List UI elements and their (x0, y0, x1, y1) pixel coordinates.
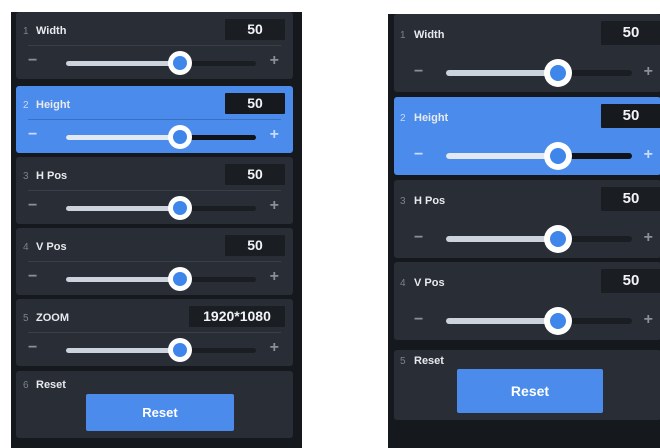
row-label: H Pos (36, 170, 68, 182)
slider-knob[interactable] (543, 307, 572, 335)
plus-icon[interactable]: + (644, 312, 653, 328)
row-height[interactable]: 2 Height 50 − + (394, 97, 660, 175)
row-h-pos[interactable]: 3 H Pos 50 − + (16, 157, 293, 224)
value-display: 50 (225, 235, 285, 256)
plus-icon[interactable]: + (644, 147, 653, 163)
divider (28, 119, 281, 120)
row-width[interactable]: 1 Width 50 − + (394, 14, 660, 92)
left-settings-panel: 1 Width 50 − + 2 Height 50 − + 3 H Pos 5… (11, 12, 302, 448)
row-v-pos[interactable]: 4 V Pos 50 − + (16, 228, 293, 295)
row-number: 5 (23, 313, 29, 324)
row-v-pos[interactable]: 4 V Pos 50 − + (394, 262, 660, 340)
value-display: 50 (601, 269, 660, 293)
plus-icon[interactable]: + (644, 230, 653, 246)
minus-icon[interactable]: − (414, 230, 423, 246)
row-label: Width (36, 25, 67, 37)
slider-fill (66, 348, 180, 353)
value-display: 1920*1080 (189, 306, 285, 327)
row-height[interactable]: 2 Height 50 − + (16, 86, 293, 153)
row-number: 4 (23, 242, 29, 253)
slider-fill (66, 277, 180, 282)
divider (28, 45, 281, 46)
row-number: 3 (23, 171, 29, 182)
reset-button[interactable]: Reset (457, 369, 603, 413)
row-zoom[interactable]: 5 ZOOM 1920*1080 − + (16, 299, 293, 366)
divider (28, 190, 281, 191)
row-reset: 5 Reset Reset (394, 350, 660, 420)
slider-track[interactable] (66, 125, 256, 149)
slider-track[interactable] (446, 59, 632, 87)
slider-knob[interactable] (168, 125, 192, 149)
reset-button[interactable]: Reset (86, 394, 234, 431)
row-label: Reset (414, 355, 444, 367)
slider-fill (446, 236, 558, 242)
row-reset: 6 Reset Reset (16, 371, 293, 438)
slider-track[interactable] (446, 142, 632, 170)
row-label: Reset (36, 379, 66, 391)
slider-track[interactable] (66, 338, 256, 362)
slider-fill (446, 318, 558, 324)
slider-fill (446, 70, 558, 76)
slider-knob[interactable] (168, 338, 192, 362)
row-number: 2 (23, 100, 29, 111)
minus-icon[interactable]: − (414, 64, 423, 80)
row-number: 5 (400, 356, 406, 367)
value-display: 50 (225, 93, 285, 114)
row-label: V Pos (36, 241, 67, 253)
slider-knob[interactable] (168, 196, 192, 220)
row-label: H Pos (414, 195, 446, 207)
value-display: 50 (601, 187, 660, 211)
plus-icon[interactable]: + (270, 53, 279, 69)
slider-track[interactable] (66, 267, 256, 291)
minus-icon[interactable]: − (414, 147, 423, 163)
plus-icon[interactable]: + (270, 127, 279, 143)
value-display: 50 (601, 21, 660, 45)
slider-track[interactable] (446, 225, 632, 253)
slider-knob[interactable] (543, 142, 572, 170)
row-number: 2 (400, 113, 406, 124)
minus-icon[interactable]: − (28, 198, 37, 214)
row-number: 6 (23, 380, 29, 391)
row-label: Height (36, 99, 71, 111)
row-number: 1 (400, 30, 406, 41)
row-label: Height (414, 112, 449, 124)
value-display: 50 (601, 104, 660, 128)
slider-knob[interactable] (168, 51, 192, 75)
row-width[interactable]: 1 Width 50 − + (16, 12, 293, 79)
plus-icon[interactable]: + (644, 64, 653, 80)
plus-icon[interactable]: + (270, 269, 279, 285)
row-number: 3 (400, 196, 406, 207)
slider-fill (66, 135, 180, 140)
value-display: 50 (225, 19, 285, 40)
row-h-pos[interactable]: 3 H Pos 50 − + (394, 180, 660, 258)
slider-fill (66, 61, 180, 66)
minus-icon[interactable]: − (28, 53, 37, 69)
divider (28, 261, 281, 262)
slider-track[interactable] (446, 307, 632, 335)
value-display: 50 (225, 164, 285, 185)
minus-icon[interactable]: − (414, 312, 423, 328)
row-label: V Pos (414, 277, 445, 289)
minus-icon[interactable]: − (28, 127, 37, 143)
row-number: 1 (23, 26, 29, 37)
row-number: 4 (400, 278, 406, 289)
slider-knob[interactable] (543, 225, 572, 253)
plus-icon[interactable]: + (270, 340, 279, 356)
right-settings-panel: 1 Width 50 − + 2 Height 50 − + 3 H Pos 5… (388, 14, 660, 448)
divider (28, 332, 281, 333)
minus-icon[interactable]: − (28, 269, 37, 285)
slider-knob[interactable] (543, 59, 572, 87)
slider-fill (66, 206, 180, 211)
slider-track[interactable] (66, 196, 256, 220)
row-label: Width (414, 29, 445, 41)
plus-icon[interactable]: + (270, 198, 279, 214)
minus-icon[interactable]: − (28, 340, 37, 356)
slider-track[interactable] (66, 51, 256, 75)
slider-fill (446, 153, 558, 159)
slider-knob[interactable] (168, 267, 192, 291)
row-label: ZOOM (36, 312, 69, 324)
